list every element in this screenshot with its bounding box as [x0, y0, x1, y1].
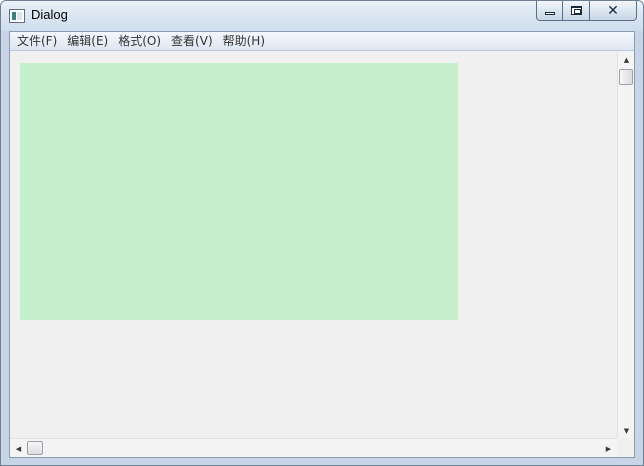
maximize-button[interactable]	[563, 1, 590, 21]
menu-bar: 文件(F) 编辑(E) 格式(O) 查看(V) 帮助(H)	[10, 32, 634, 51]
close-icon: ✕	[607, 2, 619, 19]
minimize-icon	[544, 11, 555, 15]
scrollbar-corner	[617, 438, 634, 457]
close-button[interactable]: ✕	[590, 1, 637, 21]
arrow-down-icon[interactable]: ▼	[618, 422, 635, 439]
menu-help[interactable]: 帮助(H)	[220, 32, 272, 50]
app-window-icon[interactable]	[9, 9, 25, 23]
vertical-scroll-thumb[interactable]	[619, 69, 633, 85]
title-bar[interactable]: Dialog ✕	[1, 1, 643, 31]
arrow-right-icon[interactable]: ▶	[600, 440, 617, 457]
vertical-scrollbar[interactable]: ▲ ▼	[617, 51, 634, 439]
menu-view[interactable]: 查看(V)	[168, 32, 220, 50]
maximize-icon	[570, 6, 582, 15]
arrow-up-icon[interactable]: ▲	[618, 51, 635, 68]
caption-buttons: ✕	[536, 1, 637, 21]
menu-edit[interactable]: 编辑(E)	[64, 32, 115, 50]
client-area: 文件(F) 编辑(E) 格式(O) 查看(V) 帮助(H) ▲ ▼ ◀ ▶	[9, 31, 635, 458]
green-content-panel	[20, 63, 458, 320]
minimize-button[interactable]	[536, 1, 563, 21]
scroll-view	[10, 51, 617, 439]
arrow-left-icon[interactable]: ◀	[10, 440, 27, 457]
horizontal-scroll-thumb[interactable]	[27, 441, 43, 455]
window-title: Dialog	[31, 7, 68, 22]
menu-format[interactable]: 格式(O)	[115, 32, 168, 50]
horizontal-scrollbar[interactable]: ◀ ▶	[10, 438, 617, 457]
menu-file[interactable]: 文件(F)	[14, 32, 64, 50]
dialog-window: Dialog ✕ 文件(F) 编辑(E) 格式(O) 查看(V) 帮助(H) ▲	[0, 0, 644, 466]
